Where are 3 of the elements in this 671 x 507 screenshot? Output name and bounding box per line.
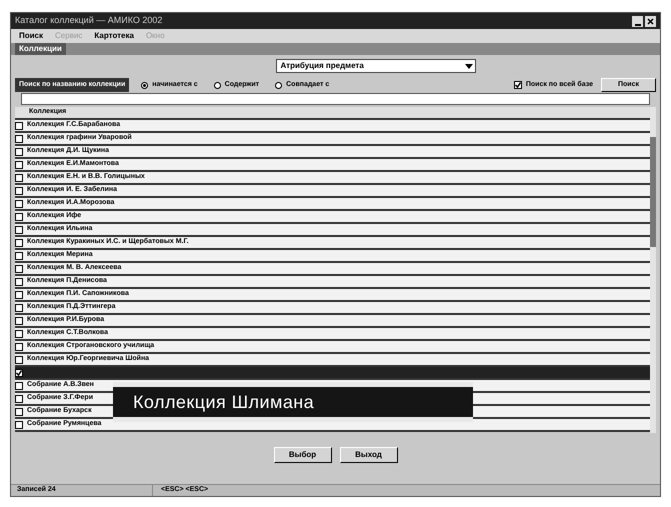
caption-text: Коллекция Шлимана: [133, 393, 314, 411]
window-title: Каталог коллекций — АМИКО 2002: [15, 14, 162, 28]
section-label: Коллекции: [15, 43, 66, 55]
